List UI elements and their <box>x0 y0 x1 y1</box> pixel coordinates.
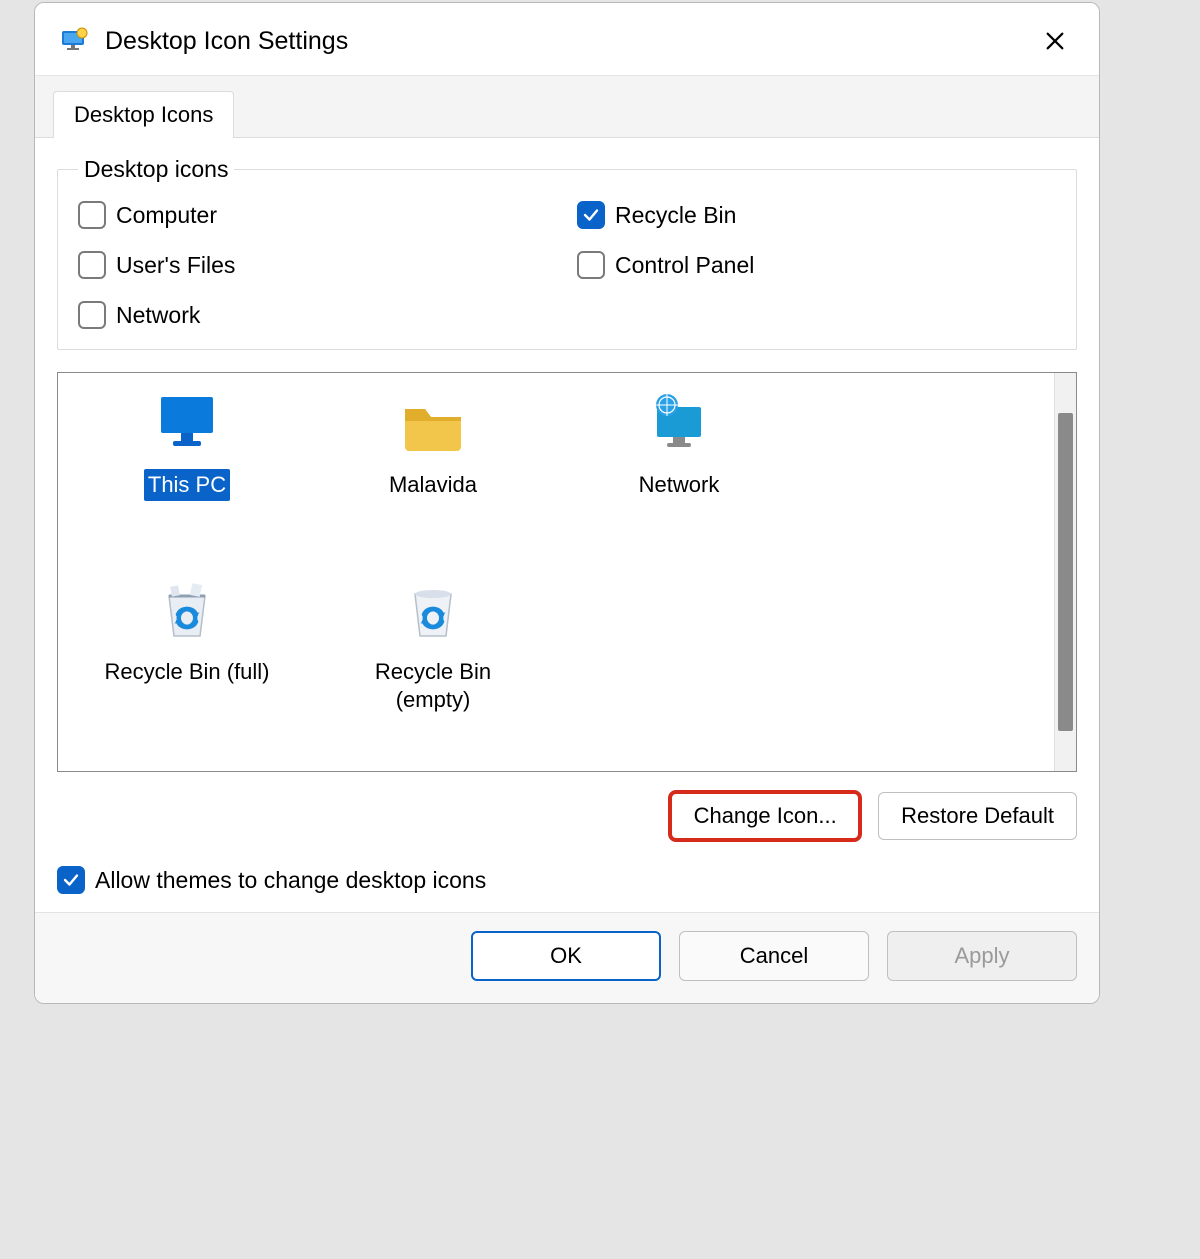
monitor-icon <box>151 389 223 461</box>
tab-desktop-icons[interactable]: Desktop Icons <box>53 91 234 138</box>
checkbox-users-files[interactable]: User's Files <box>78 251 557 279</box>
checkbox-control-panel[interactable]: Control Panel <box>577 251 1056 279</box>
checkbox-icon <box>57 866 85 894</box>
checkbox-label: User's Files <box>116 252 235 279</box>
icon-item-malavida[interactable]: Malavida <box>333 385 533 501</box>
icon-preview-list[interactable]: This PC Malavida <box>57 372 1077 772</box>
scrollbar-thumb[interactable] <box>1058 413 1073 731</box>
icon-item-this-pc[interactable]: This PC <box>87 385 287 501</box>
icon-label: Network <box>635 469 724 501</box>
desktop-icon-settings-window: Desktop Icon Settings Desktop Icons Desk… <box>34 2 1100 1004</box>
restore-default-button[interactable]: Restore Default <box>878 792 1077 840</box>
window-title: Desktop Icon Settings <box>105 27 1035 56</box>
checkbox-icon <box>78 251 106 279</box>
scrollbar[interactable] <box>1054 373 1076 771</box>
checkbox-label: Allow themes to change desktop icons <box>95 867 486 894</box>
cancel-button[interactable]: Cancel <box>679 931 869 981</box>
dialog-footer: OK Cancel Apply <box>35 912 1099 1003</box>
icon-item-recycle-bin-empty[interactable]: Recycle Bin (empty) <box>333 572 533 715</box>
checkbox-icon <box>78 201 106 229</box>
checkbox-allow-themes[interactable]: Allow themes to change desktop icons <box>57 866 1077 894</box>
icon-item-network[interactable]: Network <box>579 385 779 501</box>
groupbox-legend: Desktop icons <box>78 156 234 183</box>
checkbox-label: Computer <box>116 202 217 229</box>
icon-item-recycle-bin-full[interactable]: Recycle Bin (full) <box>87 572 287 688</box>
network-monitor-icon <box>643 389 715 461</box>
icon-action-row: Change Icon... Restore Default <box>57 792 1077 840</box>
tab-body: Desktop icons Computer Recycle Bin User'… <box>35 138 1099 912</box>
tabstrip: Desktop Icons <box>35 76 1099 138</box>
icon-label: Recycle Bin (full) <box>100 656 273 688</box>
checkbox-label: Network <box>116 302 200 329</box>
titlebar: Desktop Icon Settings <box>35 3 1099 76</box>
recycle-bin-empty-icon <box>397 576 469 648</box>
apply-button: Apply <box>887 931 1077 981</box>
checkbox-icon <box>78 301 106 329</box>
checkbox-icon <box>577 251 605 279</box>
checkbox-label: Control Panel <box>615 252 754 279</box>
desktop-icons-groupbox: Desktop icons Computer Recycle Bin User'… <box>57 156 1077 350</box>
checkbox-recycle-bin[interactable]: Recycle Bin <box>577 201 1056 229</box>
checkbox-label: Recycle Bin <box>615 202 736 229</box>
recycle-bin-full-icon <box>151 576 223 648</box>
ok-button[interactable]: OK <box>471 931 661 981</box>
checkbox-network[interactable]: Network <box>78 301 557 329</box>
checkbox-icon <box>577 201 605 229</box>
icon-label: Malavida <box>385 469 481 501</box>
checkbox-computer[interactable]: Computer <box>78 201 557 229</box>
icon-label: Recycle Bin (empty) <box>333 656 533 715</box>
app-icon <box>59 25 91 57</box>
close-button[interactable] <box>1035 21 1075 61</box>
icon-label: This PC <box>144 469 230 501</box>
close-icon <box>1044 30 1066 52</box>
change-icon-button[interactable]: Change Icon... <box>670 792 860 840</box>
folder-icon <box>397 389 469 461</box>
